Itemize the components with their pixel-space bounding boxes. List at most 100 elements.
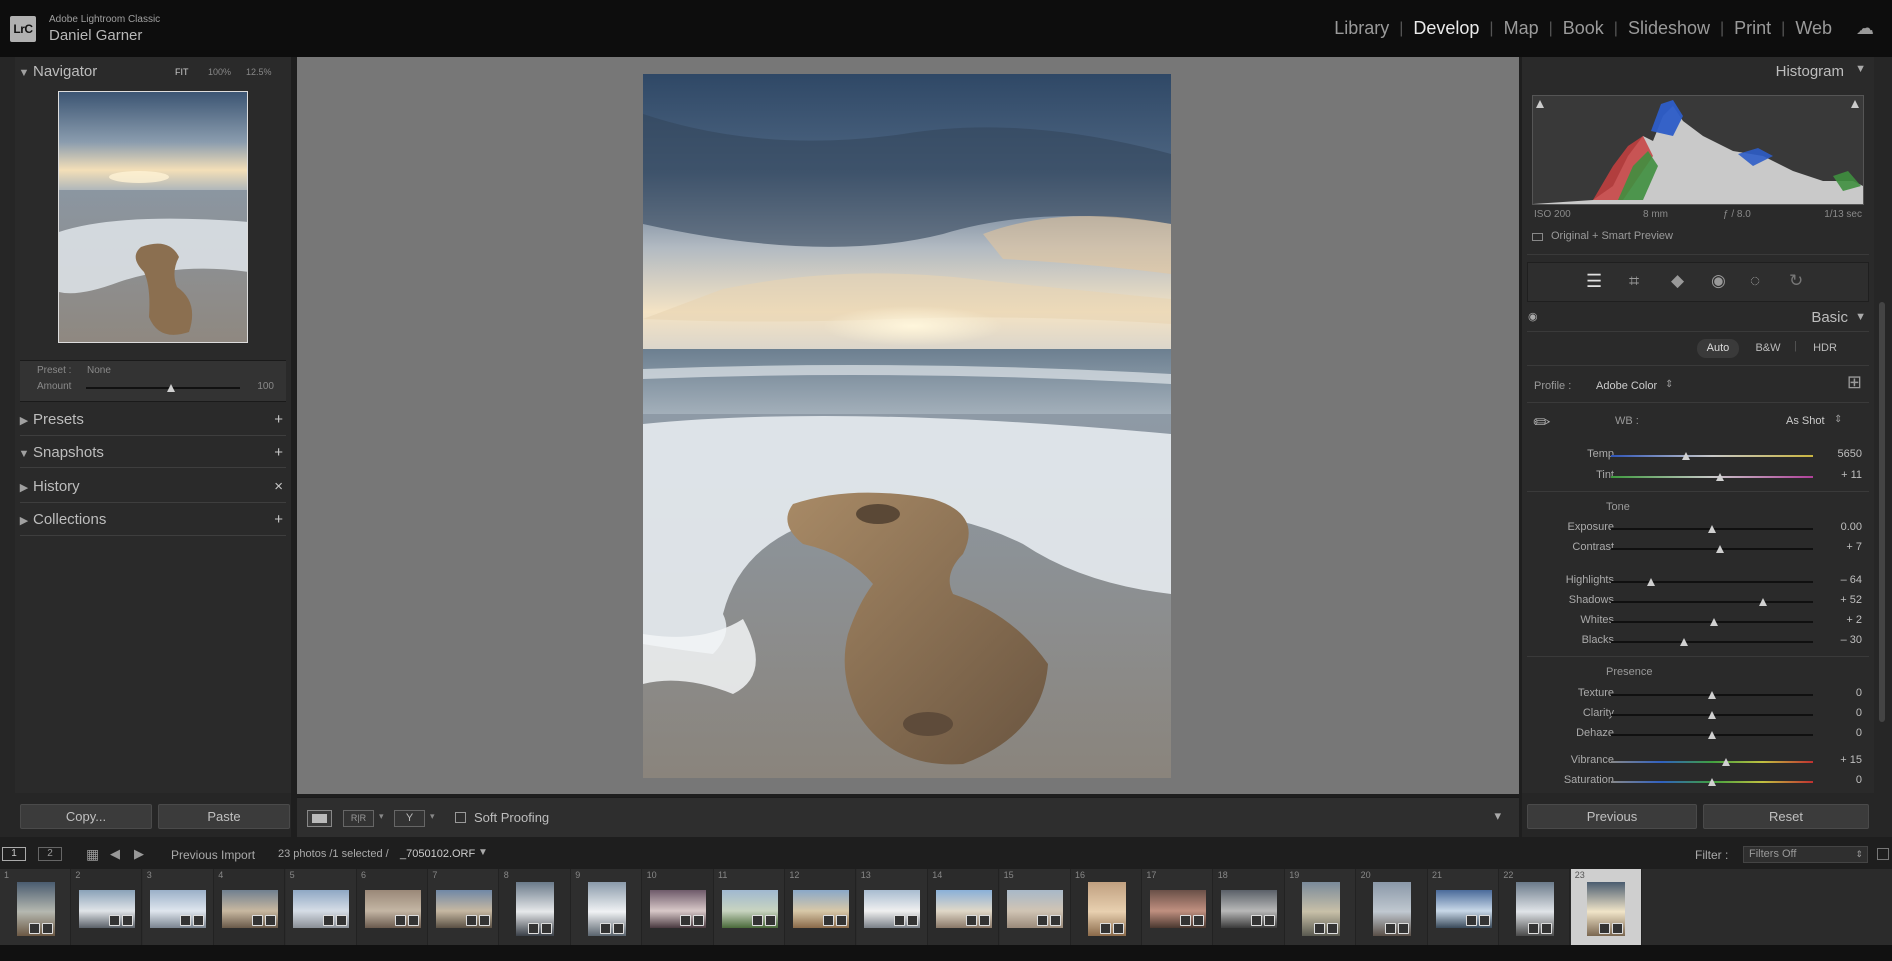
amount-track[interactable] bbox=[86, 384, 240, 392]
texture-slider[interactable] bbox=[1611, 691, 1813, 699]
amount-knob[interactable] bbox=[166, 384, 175, 392]
keyword-badge-icon[interactable] bbox=[1313, 923, 1325, 934]
develop-badge-icon[interactable] bbox=[407, 915, 419, 926]
clarity-knob[interactable] bbox=[1708, 711, 1716, 719]
filmstrip-thumb[interactable]: 13 bbox=[856, 869, 928, 945]
vibrance-slider[interactable] bbox=[1611, 758, 1813, 766]
filter-lock-icon[interactable] bbox=[1877, 848, 1889, 860]
keyword-badge-icon[interactable] bbox=[1385, 923, 1397, 934]
develop-badge-icon[interactable] bbox=[1478, 915, 1490, 926]
back-arrow-icon[interactable]: ◀ bbox=[110, 846, 120, 862]
reset-button[interactable]: Reset bbox=[1703, 804, 1869, 829]
texture-value[interactable]: 0 bbox=[1822, 687, 1862, 699]
copy-button[interactable]: Copy... bbox=[20, 804, 152, 829]
develop-badge-icon[interactable] bbox=[1050, 915, 1062, 926]
keyword-badge-icon[interactable] bbox=[251, 915, 263, 926]
keyword-badge-icon[interactable] bbox=[1599, 923, 1611, 934]
source-label[interactable]: Previous Import bbox=[171, 848, 255, 862]
filmstrip-thumb[interactable]: 16 bbox=[1071, 869, 1142, 945]
highlights-value[interactable]: – 64 bbox=[1822, 574, 1862, 586]
develop-badge-icon[interactable] bbox=[764, 915, 776, 926]
keyword-badge-icon[interactable] bbox=[108, 915, 120, 926]
filmstrip-thumb[interactable]: 1 bbox=[0, 869, 71, 945]
zoom-fit[interactable]: FIT bbox=[175, 57, 189, 87]
keyword-badge-icon[interactable] bbox=[965, 915, 977, 926]
dropdown-arrow-icon[interactable]: ▾ bbox=[430, 811, 435, 822]
module-library[interactable]: Library bbox=[1324, 18, 1399, 39]
keyword-badge-icon[interactable] bbox=[465, 915, 477, 926]
histogram[interactable] bbox=[1532, 95, 1864, 205]
keyword-badge-icon[interactable] bbox=[1527, 923, 1539, 934]
develop-badge-icon[interactable] bbox=[835, 915, 847, 926]
blacks-knob[interactable] bbox=[1679, 638, 1688, 646]
shadows-knob[interactable] bbox=[1758, 598, 1767, 606]
add-preset-icon[interactable]: + bbox=[274, 405, 283, 435]
zoom-100[interactable]: 100% bbox=[208, 57, 231, 87]
histogram-title[interactable]: Histogram bbox=[1776, 63, 1844, 80]
develop-badge-icon[interactable] bbox=[541, 923, 553, 934]
profile-browser-icon[interactable]: ⊞ bbox=[1847, 372, 1862, 393]
keyword-badge-icon[interactable] bbox=[751, 915, 763, 926]
keyword-badge-icon[interactable] bbox=[894, 915, 906, 926]
keyword-badge-icon[interactable] bbox=[1465, 915, 1477, 926]
develop-badge-icon[interactable] bbox=[1112, 923, 1124, 934]
develop-badge-icon[interactable] bbox=[264, 915, 276, 926]
develop-badge-icon[interactable] bbox=[478, 915, 490, 926]
module-web[interactable]: Web bbox=[1785, 18, 1842, 39]
filmstrip-thumb[interactable]: 11 bbox=[714, 869, 785, 945]
texture-knob[interactable] bbox=[1708, 691, 1716, 699]
keyword-badge-icon[interactable] bbox=[28, 923, 40, 934]
contrast-value[interactable]: + 7 bbox=[1822, 541, 1862, 553]
filmstrip-thumb[interactable]: 4 bbox=[214, 869, 286, 945]
filmstrip-thumb[interactable]: 6 bbox=[357, 869, 428, 945]
zoom-125[interactable]: 12.5% bbox=[246, 57, 272, 87]
visibility-eye-icon[interactable]: ◉ bbox=[1528, 310, 1538, 323]
clarity-value[interactable]: 0 bbox=[1822, 707, 1862, 719]
history-header[interactable]: ▶ History × bbox=[15, 472, 291, 502]
wb-value[interactable]: As Shot bbox=[1786, 415, 1825, 427]
keyword-badge-icon[interactable] bbox=[1251, 915, 1263, 926]
screen-2-button[interactable]: 2 bbox=[38, 847, 62, 861]
temp-slider[interactable] bbox=[1611, 452, 1813, 460]
masking-icon[interactable]: ◌ bbox=[1750, 271, 1760, 291]
tint-slider[interactable] bbox=[1611, 473, 1813, 481]
develop-badge-icon[interactable] bbox=[1540, 923, 1552, 934]
basic-title[interactable]: Basic bbox=[1811, 309, 1848, 326]
vibrance-value[interactable]: + 15 bbox=[1822, 754, 1862, 766]
left-edge[interactable] bbox=[0, 57, 15, 837]
edit-sliders-icon[interactable]: ☰ bbox=[1586, 271, 1602, 292]
navigator-header[interactable]: ▼ Navigator FIT 100% 12.5% bbox=[15, 57, 291, 87]
module-book[interactable]: Book bbox=[1553, 18, 1614, 39]
presets-header[interactable]: ▶ Presets + bbox=[15, 405, 291, 435]
whites-knob[interactable] bbox=[1710, 618, 1719, 626]
filmstrip-thumb[interactable]: 19 bbox=[1285, 869, 1357, 945]
screen-1-button[interactable]: 1 bbox=[2, 847, 26, 861]
auto-button[interactable]: Auto bbox=[1697, 339, 1739, 358]
keyword-badge-icon[interactable] bbox=[180, 915, 192, 926]
develop-badge-icon[interactable] bbox=[612, 923, 624, 934]
dehaze-value[interactable]: 0 bbox=[1822, 727, 1862, 739]
shadows-value[interactable]: + 52 bbox=[1822, 594, 1862, 606]
loupe-view-icon[interactable] bbox=[307, 810, 332, 827]
keyword-badge-icon[interactable] bbox=[599, 923, 611, 934]
shadows-slider[interactable] bbox=[1611, 598, 1813, 606]
dropdown-arrow-icon[interactable]: ▾ bbox=[379, 811, 384, 822]
main-photo[interactable] bbox=[643, 74, 1171, 778]
keyword-badge-icon[interactable] bbox=[680, 915, 692, 926]
smart-preview-icon[interactable] bbox=[1532, 233, 1543, 241]
develop-badge-icon[interactable] bbox=[336, 915, 348, 926]
exposure-slider[interactable] bbox=[1611, 525, 1813, 533]
filmstrip-thumb[interactable]: 8 bbox=[499, 869, 571, 945]
keyword-badge-icon[interactable] bbox=[528, 923, 540, 934]
clarity-slider[interactable] bbox=[1611, 711, 1813, 719]
develop-badge-icon[interactable] bbox=[1326, 923, 1338, 934]
tint-knob[interactable] bbox=[1716, 473, 1725, 481]
develop-badge-icon[interactable] bbox=[907, 915, 919, 926]
filmstrip-thumb[interactable]: 10 bbox=[642, 869, 714, 945]
highlights-slider[interactable] bbox=[1611, 578, 1813, 586]
bw-button[interactable]: B&W bbox=[1747, 339, 1789, 358]
preset-value[interactable]: None bbox=[87, 365, 111, 376]
module-print[interactable]: Print bbox=[1724, 18, 1781, 39]
contrast-knob[interactable] bbox=[1716, 545, 1725, 553]
filmstrip-thumb[interactable]: 21 bbox=[1428, 869, 1499, 945]
